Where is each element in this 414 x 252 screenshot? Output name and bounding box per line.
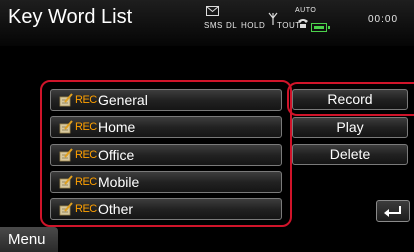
keyword-item-other[interactable]: REC Other [50, 198, 282, 220]
header-bar: Key Word List SMS DL HOLD TOUT AUTO 00:0… [0, 0, 414, 46]
phone-icon [298, 19, 308, 28]
rec-tag: REC [75, 121, 97, 133]
delete-button[interactable]: Delete [292, 144, 408, 165]
rec-tag: REC [75, 149, 97, 161]
rec-tag: REC [75, 203, 97, 215]
pencil-note-icon [59, 120, 73, 134]
return-arrow-icon [384, 206, 401, 217]
play-button[interactable]: Play [292, 117, 408, 138]
dl-indicator: DL [226, 21, 238, 30]
keyword-item-home[interactable]: REC Home [50, 116, 282, 138]
menu-label: Menu [8, 231, 46, 248]
keyword-label: Home [98, 119, 136, 135]
pencil-note-icon [59, 93, 73, 107]
hold-indicator: HOLD [241, 21, 266, 30]
pencil-note-icon [59, 202, 73, 216]
battery-icon [311, 23, 330, 32]
rec-tag: REC [75, 176, 97, 188]
auto-indicator: AUTO [295, 7, 317, 14]
clock: 00:00 [368, 14, 399, 25]
sms-indicator: SMS [204, 21, 223, 30]
page-title: Key Word List [8, 6, 133, 28]
record-button[interactable]: Record [292, 89, 408, 110]
keyword-label: Other [98, 201, 134, 217]
rec-tag: REC [75, 94, 97, 106]
keyword-label: Office [98, 147, 135, 163]
back-button[interactable] [376, 200, 410, 222]
pencil-note-icon [59, 175, 73, 189]
keyword-item-office[interactable]: REC Office [50, 144, 282, 166]
keyword-label: Mobile [98, 174, 140, 190]
status-area: SMS DL HOLD TOUT AUTO [198, 2, 336, 40]
keyword-label: General [98, 92, 148, 108]
mail-icon [206, 6, 219, 16]
pencil-note-icon [59, 148, 73, 162]
keyword-item-general[interactable]: REC General [50, 89, 282, 111]
keyword-item-mobile[interactable]: REC Mobile [50, 171, 282, 193]
